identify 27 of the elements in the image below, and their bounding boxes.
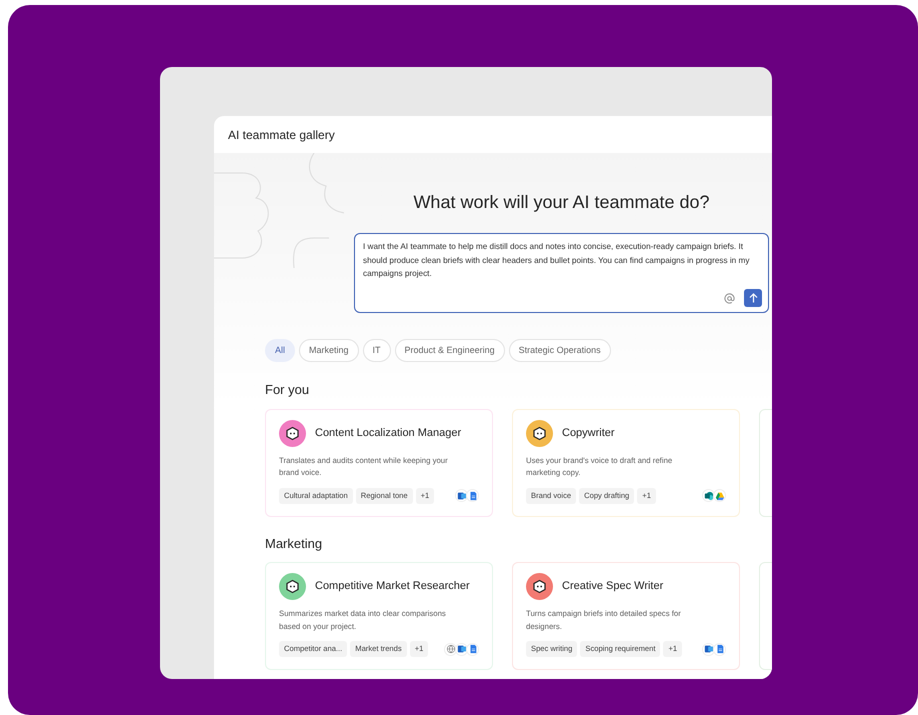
filter-chip[interactable]: All <box>265 339 296 362</box>
prompt-text: I want the AI teammate to help me distill docs and notes into concise, execution-ready campaign briefs. It should produce clean briefs with clear headers and bullet points. You can find campaigns in progress in my campaigns project. <box>363 241 750 280</box>
window-title: AI teammate gallery <box>228 126 335 144</box>
globe-icon <box>444 642 457 656</box>
app-icon <box>702 642 715 656</box>
card-title: Content Localization Manager <box>315 426 462 441</box>
prompt-field[interactable] <box>354 233 769 313</box>
arrow-up-icon <box>748 293 758 303</box>
mention-icon[interactable] <box>724 292 735 304</box>
app-icon <box>713 642 726 656</box>
app-icon <box>455 642 468 656</box>
section-heading: For you <box>265 381 310 399</box>
filter-chip[interactable]: Strategic Operations <box>508 339 611 362</box>
app-icon <box>702 489 715 502</box>
app-icon <box>466 642 479 656</box>
section-heading: Marketing <box>265 534 324 553</box>
card-title: Competitive Market Researcher <box>315 579 470 594</box>
app-icon <box>713 489 726 502</box>
card-title: Creative Spec Writer <box>562 579 664 594</box>
app-icon <box>455 489 468 502</box>
app-icon <box>466 489 479 502</box>
page-heading: What work will your AI teammate do? <box>413 191 710 214</box>
send-button[interactable] <box>744 289 762 307</box>
filter-chip[interactable]: Marketing <box>299 339 359 362</box>
filter-chip[interactable]: IT <box>362 339 391 362</box>
filter-chip[interactable]: Product & Engineering <box>394 339 505 362</box>
card-title: Copywriter <box>562 426 615 441</box>
